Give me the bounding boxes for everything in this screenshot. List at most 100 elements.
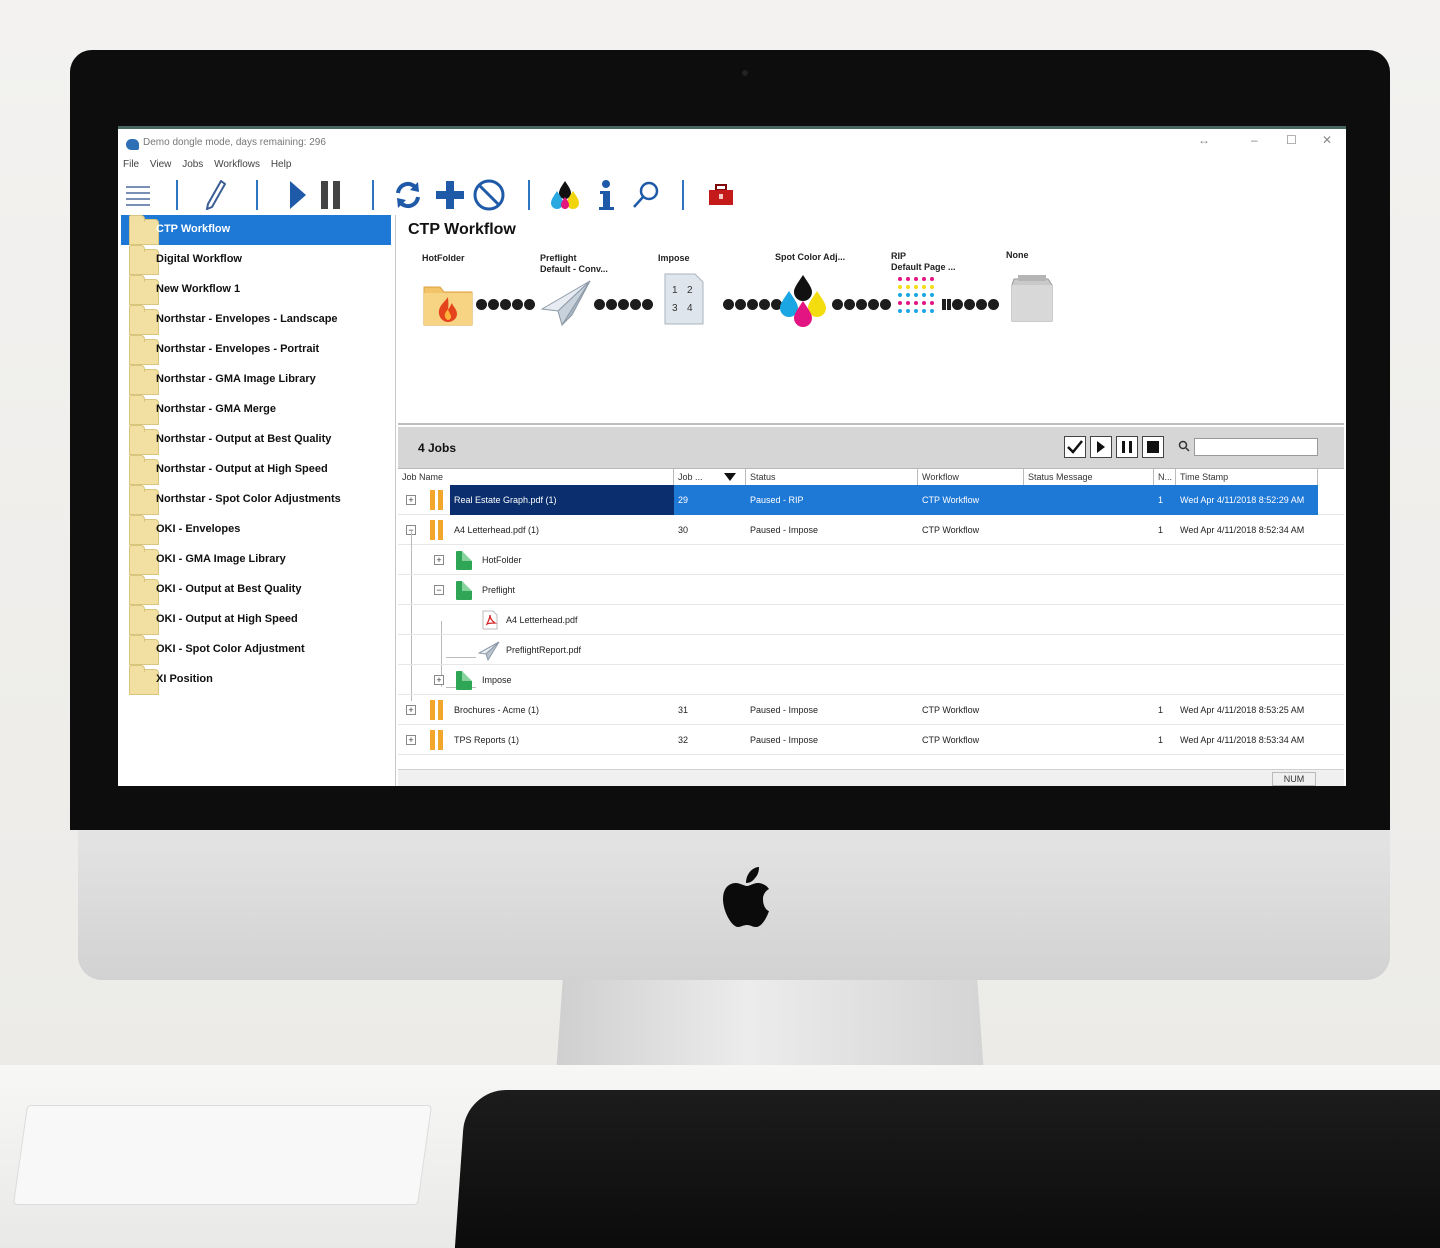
edit-pencil-icon[interactable] — [200, 177, 230, 213]
job-status: Paused - Impose — [750, 705, 819, 715]
cancel-icon[interactable] — [472, 177, 506, 213]
workflow-item[interactable]: Northstar - Output at High Speed — [121, 455, 391, 485]
toolbox-icon[interactable] — [706, 177, 736, 213]
window-title: Demo dongle mode, days remaining: 296 — [143, 137, 326, 148]
child-step-name: Impose — [482, 675, 512, 685]
step-label: HotFolder — [422, 253, 465, 263]
workflow-item[interactable]: OKI - Output at Best Quality — [121, 575, 391, 605]
toolbar-separator — [372, 180, 374, 210]
folder-icon — [129, 605, 159, 635]
cmyk-drops-icon[interactable] — [776, 273, 830, 329]
impose-icon[interactable]: 1 2 3 4 — [664, 273, 704, 325]
workflow-item[interactable]: New Workflow 1 — [121, 275, 391, 305]
toolbar-separator — [256, 180, 258, 210]
impose-page-3: 3 — [672, 303, 678, 314]
expand-icon[interactable]: + — [406, 705, 416, 715]
list-item[interactable]: PreflightReport.pdf — [398, 635, 1344, 665]
halftone-dots-icon[interactable] — [896, 275, 936, 319]
add-icon[interactable] — [434, 177, 466, 213]
list-item[interactable]: + HotFolder — [398, 545, 1344, 575]
col-time-stamp[interactable]: Time Stamp — [1176, 469, 1318, 485]
menu-jobs[interactable]: Jobs — [182, 159, 203, 170]
menu-workflows[interactable]: Workflows — [214, 159, 260, 170]
menu-view[interactable]: View — [150, 159, 172, 170]
workflow-item[interactable]: Northstar - GMA Merge — [121, 395, 391, 425]
list-item[interactable]: + Impose — [398, 665, 1344, 695]
connector-dots — [832, 299, 891, 311]
collapse-icon[interactable]: − — [434, 585, 444, 595]
list-item[interactable]: − Preflight — [398, 575, 1344, 605]
workflow-item[interactable]: OKI - Output at High Speed — [121, 605, 391, 635]
menu-icon[interactable] — [122, 177, 154, 213]
expand-icon[interactable]: + — [434, 555, 444, 565]
job-search-input[interactable] — [1194, 438, 1318, 456]
col-n[interactable]: N... — [1154, 469, 1176, 485]
workflow-list: CTP Workflow Digital Workflow New Workfl… — [121, 215, 396, 786]
resize-icon[interactable]: ↔ — [1198, 133, 1210, 147]
workflow-item[interactable]: Digital Workflow — [121, 245, 391, 275]
paper-plane-icon[interactable] — [540, 279, 592, 327]
resume-button[interactable] — [1090, 436, 1112, 458]
maximize-button[interactable]: ☐ — [1286, 133, 1297, 147]
status-bar: NUM — [398, 769, 1344, 786]
job-time: Wed Apr 4/11/2018 8:52:34 AM — [1180, 525, 1305, 535]
approve-button[interactable] — [1064, 436, 1086, 458]
info-icon[interactable] — [592, 177, 620, 213]
table-row[interactable]: − A4 Letterhead.pdf (1) 30 Paused - Impo… — [398, 515, 1344, 545]
workflow-item[interactable]: Northstar - GMA Image Library — [121, 365, 391, 395]
stop-button[interactable] — [1142, 436, 1164, 458]
connector-dots — [476, 299, 535, 311]
step-label: Preflight — [540, 253, 577, 263]
step-label: Spot Color Adj... — [775, 252, 846, 262]
camera-icon — [742, 70, 748, 76]
job-message — [1024, 485, 1154, 515]
job-number: 32 — [678, 735, 689, 745]
job-n: 1 — [1158, 705, 1164, 715]
impose-page-4: 4 — [687, 303, 693, 314]
toolbar-separator — [682, 180, 684, 210]
workflow-item[interactable]: OKI - GMA Image Library — [121, 545, 391, 575]
workflow-item[interactable]: XI Position — [121, 665, 391, 695]
table-row[interactable]: + Brochures - Acme (1) 31 Paused - Impos… — [398, 695, 1344, 725]
output-device-icon[interactable] — [1010, 273, 1054, 323]
expand-icon[interactable]: + — [406, 735, 416, 745]
menu-file[interactable]: File — [123, 159, 139, 170]
notebook — [12, 1105, 433, 1205]
pause-job-button[interactable] — [1116, 436, 1138, 458]
workflow-item[interactable]: CTP Workflow — [121, 215, 391, 245]
workflow-item[interactable]: Northstar - Output at Best Quality — [121, 425, 391, 455]
hotfolder-icon[interactable] — [422, 277, 474, 327]
workflow-item[interactable]: OKI - Envelopes — [121, 515, 391, 545]
folder-icon — [129, 425, 159, 455]
job-name: TPS Reports (1) — [454, 735, 520, 745]
close-button[interactable]: ✕ — [1322, 133, 1332, 147]
job-message — [1024, 515, 1154, 545]
connector-dots — [723, 299, 782, 311]
refresh-icon[interactable] — [392, 177, 424, 213]
workflow-item[interactable]: Northstar - Spot Color Adjustments — [121, 485, 391, 515]
step-label: None — [1006, 250, 1029, 260]
expand-icon[interactable]: + — [434, 675, 444, 685]
job-status: Paused - RIP — [746, 485, 918, 515]
menu-help[interactable]: Help — [271, 159, 292, 170]
col-status[interactable]: Status — [746, 469, 918, 485]
table-row[interactable]: + TPS Reports (1) 32 Paused - Impose CTP… — [398, 725, 1344, 755]
job-message — [1024, 695, 1154, 725]
search-icon[interactable] — [630, 177, 662, 213]
col-job-name[interactable]: Job Name — [398, 469, 674, 485]
workflow-item[interactable]: Northstar - Envelopes - Portrait — [121, 335, 391, 365]
col-status-message[interactable]: Status Message — [1024, 469, 1154, 485]
workflow-item[interactable]: Northstar - Envelopes - Landscape — [121, 305, 391, 335]
list-item[interactable]: A4 Letterhead.pdf — [398, 605, 1344, 635]
file-name: PreflightReport.pdf — [506, 645, 582, 655]
job-workflow: CTP Workflow — [922, 705, 980, 715]
workflow-item[interactable]: OKI - Spot Color Adjustment — [121, 635, 391, 665]
table-row[interactable]: + Real Estate Graph.pdf (1) 29 Paused - … — [398, 485, 1344, 515]
pause-icon[interactable] — [318, 177, 344, 213]
col-workflow[interactable]: Workflow — [918, 469, 1024, 485]
play-icon[interactable] — [286, 177, 310, 213]
expand-icon[interactable]: + — [406, 495, 416, 505]
ink-drops-icon[interactable] — [548, 177, 582, 213]
paper-plane-icon — [478, 641, 500, 661]
minimize-button[interactable]: – — [1251, 133, 1258, 147]
